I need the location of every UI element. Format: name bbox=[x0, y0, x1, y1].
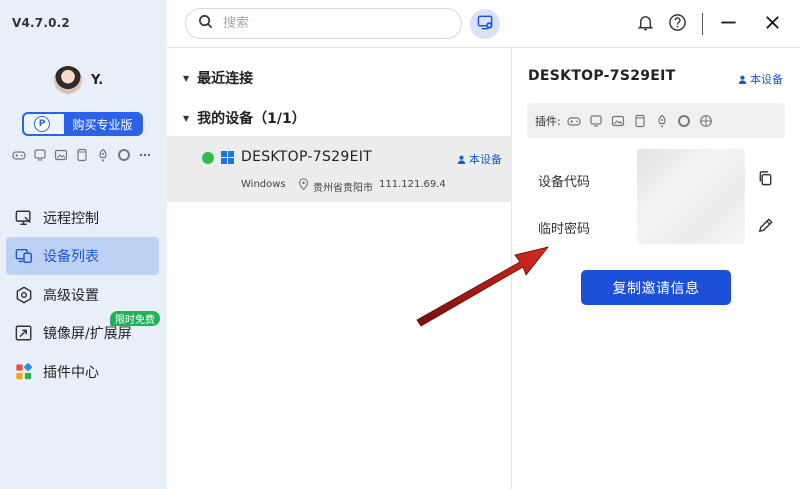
device-detail-panel: DESKTOP-7S29EIT 本设备 插件: 设备代码 临时密码 复制邀请信息 bbox=[513, 49, 800, 489]
toolbar-divider bbox=[702, 13, 703, 35]
top-bar bbox=[167, 0, 800, 48]
screen-icon[interactable] bbox=[32, 147, 47, 162]
nav-remote-control[interactable]: 远程控制 bbox=[6, 199, 159, 237]
nav-plugin-center[interactable]: 插件中心 bbox=[6, 353, 159, 391]
nav-device-list[interactable]: 设备列表 bbox=[6, 237, 159, 275]
username[interactable]: Y. bbox=[91, 73, 103, 88]
devices-icon bbox=[14, 246, 34, 266]
window-icon[interactable] bbox=[633, 113, 648, 128]
nav-label: 镜像屏/扩展屏 bbox=[43, 326, 132, 342]
help-icon bbox=[668, 13, 687, 36]
online-status-icon bbox=[202, 152, 214, 164]
this-device-label: 本设备 bbox=[469, 153, 502, 166]
windows-icon bbox=[221, 151, 234, 164]
sidebar: V4.7.0.2 Y. P 购买专业版 远程控制 设备列表 高级设置 镜像屏/扩… bbox=[0, 0, 167, 489]
minimize-icon bbox=[719, 13, 738, 36]
recent-connections-header[interactable]: ▼ 最近连接 bbox=[183, 68, 253, 88]
recent-label: 最近连接 bbox=[197, 71, 254, 87]
buy-pro-label: 购买专业版 bbox=[64, 114, 141, 134]
caret-down-icon: ▼ bbox=[183, 113, 190, 123]
person-icon bbox=[457, 155, 466, 164]
device-row[interactable]: DESKTOP-7S29EIT 本设备 Windows 贵州省贵阳市 111.1… bbox=[167, 136, 512, 202]
search-icon bbox=[198, 14, 213, 33]
image-icon[interactable] bbox=[53, 147, 68, 162]
plugins-label: 插件: bbox=[535, 114, 561, 128]
circle-plugin-icon[interactable] bbox=[677, 113, 692, 128]
settings-icon bbox=[14, 285, 34, 305]
detail-this-device-label: 本设备 bbox=[750, 73, 783, 86]
free-badge: 限时免费 bbox=[110, 311, 160, 326]
device-name: DESKTOP-7S29EIT bbox=[241, 149, 372, 165]
nav-label: 高级设置 bbox=[43, 288, 99, 304]
avatar[interactable] bbox=[54, 66, 82, 94]
monitor-icon bbox=[14, 208, 34, 228]
copy-icon bbox=[757, 170, 774, 191]
copy-code-button[interactable] bbox=[755, 170, 775, 190]
device-code-label: 设备代码 bbox=[538, 175, 591, 190]
window-icon[interactable] bbox=[74, 147, 89, 162]
device-os: Windows bbox=[241, 179, 286, 190]
nav-label: 远程控制 bbox=[43, 211, 99, 227]
rocket-icon[interactable] bbox=[655, 113, 670, 128]
plugin-center-icon bbox=[14, 362, 34, 382]
my-devices-header[interactable]: ▼ 我的设备（1/1） bbox=[183, 108, 306, 128]
device-location: 贵州省贵阳市 bbox=[313, 183, 373, 194]
screen-monitor-icon bbox=[477, 14, 494, 35]
edit-password-button[interactable] bbox=[755, 217, 775, 237]
screen-monitor-button[interactable] bbox=[470, 9, 500, 39]
nav-label: 设备列表 bbox=[43, 249, 99, 265]
nav-label: 插件中心 bbox=[43, 365, 99, 381]
detail-this-device-tag: 本设备 bbox=[738, 71, 783, 87]
minimize-button[interactable] bbox=[716, 12, 740, 36]
buy-pro-button[interactable]: P 购买专业版 bbox=[22, 112, 143, 136]
circle-plugin-icon[interactable] bbox=[116, 147, 131, 162]
detail-device-name: DESKTOP-7S29EIT bbox=[528, 68, 676, 84]
bell-icon bbox=[636, 13, 655, 36]
temp-password-label: 临时密码 bbox=[538, 222, 591, 237]
screen-icon[interactable] bbox=[589, 113, 604, 128]
image-icon[interactable] bbox=[611, 113, 626, 128]
notification-button[interactable] bbox=[633, 12, 657, 36]
close-icon bbox=[763, 13, 782, 36]
search-box[interactable] bbox=[185, 8, 462, 39]
mirror-icon bbox=[14, 323, 34, 343]
sidebar-plugin-row bbox=[11, 147, 152, 162]
help-button[interactable] bbox=[665, 12, 689, 36]
redacted-credentials bbox=[637, 149, 745, 244]
my-devices-label: 我的设备（1/1） bbox=[197, 111, 306, 127]
location-icon bbox=[298, 178, 309, 190]
gamepad-icon[interactable] bbox=[11, 147, 26, 162]
edit-icon bbox=[757, 217, 774, 238]
pro-icon: P bbox=[34, 116, 50, 132]
nav-advanced-settings[interactable]: 高级设置 bbox=[6, 276, 159, 314]
this-device-tag: 本设备 bbox=[457, 151, 502, 167]
copy-invite-button[interactable]: 复制邀请信息 bbox=[581, 270, 731, 305]
caret-down-icon: ▼ bbox=[183, 73, 190, 83]
search-input[interactable] bbox=[223, 16, 443, 31]
device-list-panel: ▼ 最近连接 ▼ 我的设备（1/1） DESKTOP-7S29EIT 本设备 W… bbox=[167, 49, 512, 489]
close-button[interactable] bbox=[760, 12, 784, 36]
gamepad-icon[interactable] bbox=[567, 113, 582, 128]
globe-icon[interactable] bbox=[699, 113, 714, 128]
person-icon bbox=[738, 75, 747, 84]
rocket-icon[interactable] bbox=[95, 147, 110, 162]
more-icon[interactable] bbox=[137, 147, 152, 162]
device-ip: 111.121.69.4 bbox=[379, 179, 446, 190]
app-version: V4.7.0.2 bbox=[12, 16, 70, 30]
plugin-bar: 插件: bbox=[527, 103, 785, 138]
